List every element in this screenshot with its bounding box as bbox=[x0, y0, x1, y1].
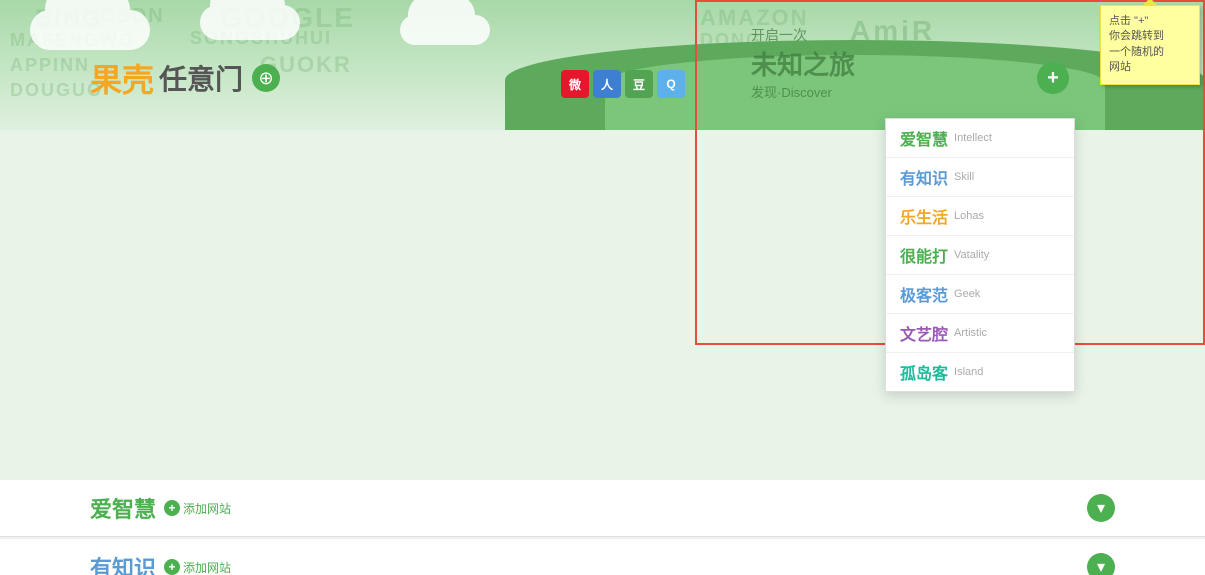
main-content: 科学松鼠会 科学网 丁香园 PubMed 趣玩网 穷游网 稗事百科 36氪 奇客… bbox=[0, 480, 1205, 575]
cat-name-aizhi: 爱智慧 bbox=[900, 126, 948, 150]
cloud-2 bbox=[200, 5, 300, 40]
section-aizhi: 爱智慧 + 添加网站 ▾ bbox=[0, 480, 1205, 537]
discover-line3: 发现·Discover bbox=[751, 82, 855, 101]
social-icons: 微 人 豆 Q bbox=[561, 70, 685, 98]
discover-banner: 开启一次 未知之旅 发现·Discover bbox=[751, 25, 855, 101]
cat-item-gudaoke[interactable]: 孤岛客 Island bbox=[886, 353, 1074, 391]
cat-en-aizhi: Intellect bbox=[954, 132, 992, 144]
cat-item-henengda[interactable]: 很能打 Vatality bbox=[886, 236, 1074, 275]
app-container: BING CSDN GOOGLE MAFENGWO SONGSHUHUI APP… bbox=[0, 0, 1205, 575]
add-circle-aizhi[interactable]: + bbox=[164, 500, 180, 516]
cloud-1 bbox=[30, 10, 150, 50]
cat-item-leshenghuo[interactable]: 乐生活 Lohas bbox=[886, 197, 1074, 236]
cat-en-gudaoke: Island bbox=[954, 366, 983, 378]
add-circle-youzhishi[interactable]: + bbox=[164, 559, 180, 575]
section-title-aizhi: 爱智慧 bbox=[90, 492, 156, 524]
section-youzhishi: 有知识 + 添加网站 ▾ bbox=[0, 539, 1205, 575]
expand-youzhishi[interactable]: ▾ bbox=[1087, 553, 1115, 575]
expand-aizhi[interactable]: ▾ bbox=[1087, 494, 1115, 522]
cat-en-henengda: Vatality bbox=[954, 249, 989, 261]
cat-item-aizhi[interactable]: 爱智慧 Intellect bbox=[886, 119, 1074, 158]
bg-word-appinn: APPINN bbox=[10, 55, 90, 76]
cat-name-youzhishi: 有知识 bbox=[900, 165, 948, 189]
cloud-3 bbox=[400, 15, 490, 45]
cat-en-youzhishi: Skill bbox=[954, 171, 974, 183]
logo-compass-icon[interactable]: ⊕ bbox=[252, 64, 280, 92]
weibo-icon[interactable]: 微 bbox=[561, 70, 589, 98]
add-site-label-aizhi: 添加网站 bbox=[183, 500, 231, 517]
cat-item-jikefan[interactable]: 极客范 Geek bbox=[886, 275, 1074, 314]
discover-line2: 未知之旅 bbox=[751, 45, 855, 82]
cat-en-leshenghuo: Lohas bbox=[954, 210, 984, 222]
section-title-youzhishi: 有知识 bbox=[90, 551, 156, 575]
cat-name-wenyiqiang: 文艺腔 bbox=[900, 321, 948, 345]
add-site-youzhishi[interactable]: + 添加网站 bbox=[164, 559, 231, 575]
category-dropdown: 爱智慧 Intellect 有知识 Skill 乐生活 Lohas 很能打 Va… bbox=[885, 118, 1075, 392]
douban-icon[interactable]: 豆 bbox=[625, 70, 653, 98]
logo-renyimen: 任意门 bbox=[159, 58, 243, 98]
header: BING CSDN GOOGLE MAFENGWO SONGSHUHUI APP… bbox=[0, 0, 1205, 130]
cat-name-jikefan: 极客范 bbox=[900, 282, 948, 306]
logo-area: 果壳 任意门 ⊕ bbox=[90, 55, 280, 101]
qq-icon[interactable]: Q bbox=[657, 70, 685, 98]
discover-line1: 开启一次 bbox=[751, 25, 855, 45]
renren-icon[interactable]: 人 bbox=[593, 70, 621, 98]
plus-button[interactable]: + bbox=[1037, 62, 1069, 94]
cat-name-henengda: 很能打 bbox=[900, 243, 948, 267]
add-site-label-youzhishi: 添加网站 bbox=[183, 559, 231, 575]
add-site-aizhi[interactable]: + 添加网站 bbox=[164, 500, 231, 517]
cat-item-wenyiqiang[interactable]: 文艺腔 Artistic bbox=[886, 314, 1074, 353]
cat-name-gudaoke: 孤岛客 bbox=[900, 360, 948, 384]
cat-item-youzhishi[interactable]: 有知识 Skill bbox=[886, 158, 1074, 197]
cat-en-jikefan: Geek bbox=[954, 288, 980, 300]
logo-guoke: 果壳 bbox=[90, 55, 154, 101]
cat-en-wenyiqiang: Artistic bbox=[954, 327, 987, 339]
cat-name-leshenghuo: 乐生活 bbox=[900, 204, 948, 228]
